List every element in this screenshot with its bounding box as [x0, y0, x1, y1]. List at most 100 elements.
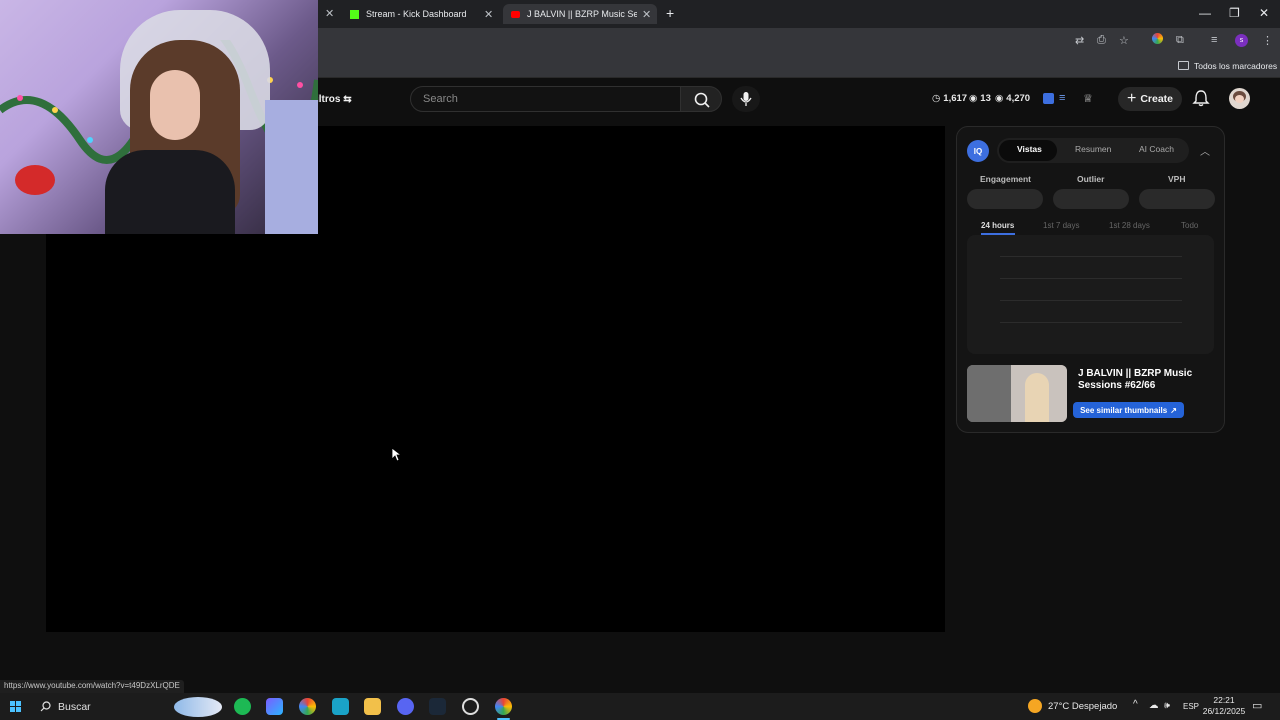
- webcam-overlay: [0, 0, 318, 234]
- search-highlight-icon: [174, 697, 222, 717]
- minimize-icon[interactable]: —: [1199, 6, 1211, 20]
- streamer-face: [150, 70, 200, 140]
- notifications-icon[interactable]: ▭: [1252, 699, 1262, 712]
- bell-icon[interactable]: [1192, 89, 1210, 107]
- close-window-icon[interactable]: ✕: [1259, 6, 1269, 20]
- avatar[interactable]: [1229, 88, 1250, 109]
- stat-value: 4,270: [1006, 93, 1031, 104]
- segment-vistas[interactable]: Vistas: [1017, 144, 1042, 154]
- windows-taskbar: Buscar 27°C Despejado ^ ☁ 🕪 ESP ▭: [0, 693, 1280, 720]
- streamer-shirt: [105, 150, 235, 234]
- star-icon[interactable]: ☆: [1119, 34, 1129, 47]
- media-icon[interactable]: ≡: [1211, 34, 1217, 46]
- stat-watch-time: ◷ 1,617: [932, 93, 967, 104]
- iq-badge: IQ: [967, 140, 989, 162]
- obs-icon[interactable]: [462, 698, 479, 715]
- stat-live-viewers: ◉ 13: [969, 93, 991, 104]
- tab-youtube-video[interactable]: J BALVIN || BZRP Music Sessions ✕: [503, 4, 657, 24]
- menu-dots-icon[interactable]: ⋮: [1262, 34, 1273, 47]
- voice-search-button[interactable]: [732, 86, 760, 112]
- discord-icon[interactable]: [397, 698, 414, 715]
- segment-ai-coach[interactable]: AI Coach: [1139, 144, 1174, 154]
- external-link-icon: ↗: [1170, 405, 1177, 415]
- search-input[interactable]: Search: [410, 86, 681, 112]
- search-icon: [40, 701, 51, 712]
- filters-label: iltros: [316, 94, 341, 105]
- metric-engagement-value: [967, 189, 1043, 209]
- clock-date: 26/12/2025: [1202, 706, 1246, 716]
- video-title: J BALVIN || BZRP Music Sessions #62/66: [1078, 368, 1193, 391]
- range-7-days[interactable]: 1st 7 days: [1043, 221, 1079, 230]
- all-bookmarks-link[interactable]: Todos los marcadores: [1194, 61, 1277, 71]
- install-icon[interactable]: ⎙: [1097, 34, 1106, 47]
- puzzle-icon[interactable]: ⧉: [1176, 34, 1184, 47]
- extension-color-icon[interactable]: [1152, 33, 1163, 44]
- collapse-chevron-icon[interactable]: ︿: [1200, 143, 1210, 158]
- close-icon[interactable]: ✕: [642, 8, 651, 21]
- metric-engagement-label: Engagement: [980, 174, 1032, 184]
- chart-gridline: [1000, 278, 1182, 279]
- mic-icon: [740, 92, 752, 106]
- video-thumbnail[interactable]: [967, 365, 1067, 422]
- eye-icon: ◉: [969, 93, 978, 104]
- tab-kick-dashboard[interactable]: Stream - Kick Dashboard ✕: [340, 4, 500, 24]
- chart-gridline: [1000, 322, 1182, 323]
- taskbar-clock[interactable]: 22:21 26/12/2025: [1200, 695, 1248, 717]
- red-plush: [15, 165, 55, 195]
- clock-icon: ◷: [932, 93, 941, 104]
- chrome-icon[interactable]: [299, 698, 316, 715]
- cursor-icon: [391, 447, 401, 462]
- stat-views: ◉ 4,270: [995, 93, 1030, 104]
- see-similar-thumbnails-button[interactable]: See similar thumbnails ↗: [1073, 402, 1184, 418]
- metric-outlier-label: Outlier: [1077, 174, 1105, 184]
- background-shelf: [265, 100, 318, 234]
- segment-resumen[interactable]: Resumen: [1075, 144, 1111, 154]
- translate-icon[interactable]: ⇄: [1075, 34, 1084, 47]
- close-icon[interactable]: ✕: [484, 8, 493, 21]
- search-button[interactable]: [680, 86, 722, 112]
- language-indicator[interactable]: ESP: [1183, 702, 1199, 711]
- screen: ✕ Stream - Kick Dashboard ✕ J BALVIN || …: [0, 0, 1280, 720]
- stat-value: 1,617: [943, 93, 968, 104]
- profile-icon[interactable]: s: [1235, 34, 1248, 47]
- spotify-icon[interactable]: [234, 698, 251, 715]
- metric-vph-value: [1139, 189, 1215, 209]
- weather-icon[interactable]: [1028, 699, 1042, 713]
- app-icon[interactable]: [332, 698, 349, 715]
- filters-button[interactable]: iltros ⇆: [316, 94, 352, 105]
- thumbnail-right-figure: [1025, 373, 1049, 422]
- folder-icon: [1178, 61, 1189, 70]
- steam-icon[interactable]: [429, 698, 446, 715]
- avatar-face: [1235, 95, 1244, 103]
- thumbnail-left-figure: [967, 365, 1015, 422]
- chrome-active-icon[interactable]: [495, 698, 512, 715]
- clock-time: 22:21: [1213, 695, 1235, 705]
- vidiq-icon[interactable]: [1043, 93, 1054, 104]
- eye-icon: ◉: [995, 93, 1004, 104]
- trophy-icon[interactable]: ♕: [1083, 92, 1093, 105]
- windows-start-icon[interactable]: [10, 701, 21, 712]
- taskbar-search[interactable]: Buscar: [36, 693, 226, 720]
- volume-icon[interactable]: 🕪: [1164, 700, 1170, 711]
- range-24-hours[interactable]: 24 hours: [981, 221, 1014, 230]
- restore-icon[interactable]: ❐: [1229, 6, 1240, 20]
- weather-label[interactable]: 27°C Despejado: [1048, 701, 1117, 712]
- tab-label: J BALVIN || BZRP Music Sessions: [527, 9, 637, 19]
- file-explorer-icon[interactable]: [364, 698, 381, 715]
- taskbar-search-label: Buscar: [58, 700, 91, 713]
- tray-chevron-icon[interactable]: ^: [1133, 699, 1138, 710]
- network-icon[interactable]: ☁: [1149, 700, 1159, 711]
- new-tab-button[interactable]: +: [666, 5, 674, 21]
- range-all[interactable]: Todo: [1181, 221, 1198, 230]
- metric-outlier-value: [1053, 189, 1129, 209]
- plus-icon: +: [1126, 90, 1137, 107]
- close-icon[interactable]: ✕: [325, 7, 334, 20]
- create-button[interactable]: + Create: [1118, 87, 1182, 111]
- stat-value: 13: [980, 93, 991, 104]
- list-icon[interactable]: ≡: [1059, 92, 1065, 104]
- sliders-icon: ⇆: [343, 94, 352, 105]
- link-status-url: https://www.youtube.com/watch?v=t49DzXLr…: [0, 680, 184, 693]
- range-28-days[interactable]: 1st 28 days: [1109, 221, 1150, 230]
- copilot-icon[interactable]: [266, 698, 283, 715]
- search-placeholder: Search: [423, 93, 458, 105]
